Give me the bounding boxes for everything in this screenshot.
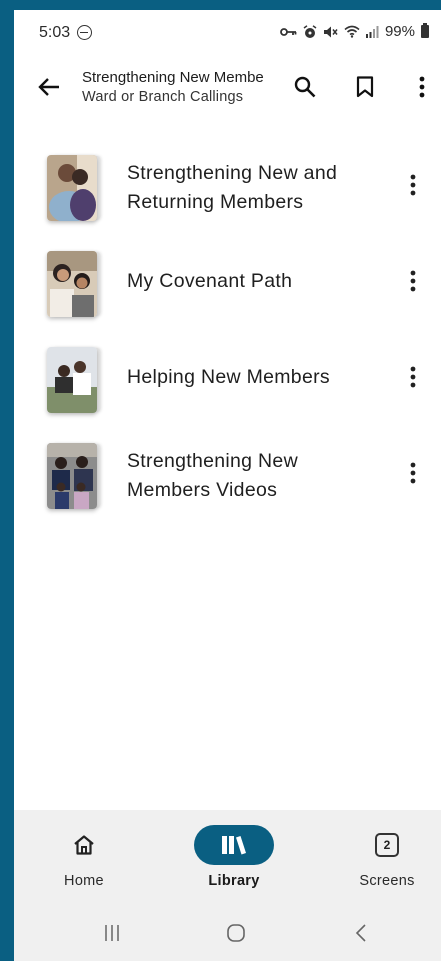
mute-icon xyxy=(323,26,338,37)
system-navigation-bar xyxy=(14,909,441,961)
more-vert-icon xyxy=(410,270,416,292)
status-icons: 99% xyxy=(280,23,429,40)
list-item[interactable]: Strengthening New Members Videos xyxy=(14,428,441,524)
item-menu-button[interactable] xyxy=(402,266,424,296)
page-subtitle: Ward or Branch Callings xyxy=(82,89,244,105)
nav-screens-label: Screens xyxy=(359,873,415,889)
bookmark-button[interactable] xyxy=(350,72,380,102)
battery-icon xyxy=(421,23,429,38)
item-title: Strengthening New Members Videos xyxy=(127,450,298,501)
item-title: My Covenant Path xyxy=(127,270,293,292)
more-vert-icon xyxy=(410,174,416,196)
nav-home-label: Home xyxy=(64,873,104,889)
home-icon xyxy=(74,835,94,855)
vpn-key-icon xyxy=(280,27,297,36)
item-title: Helping New Members xyxy=(127,366,330,388)
more-vert-icon xyxy=(410,366,416,388)
status-bar: 5:03 99% xyxy=(14,10,441,54)
nav-home[interactable]: Home xyxy=(44,810,124,909)
page-title: Strengthening New Membe xyxy=(82,69,264,86)
home-system-button[interactable] xyxy=(226,923,246,948)
bookmark-icon xyxy=(356,76,374,98)
more-vert-icon xyxy=(410,462,416,484)
nav-library-label: Library xyxy=(208,873,260,889)
app-bar-titles: Strengthening New Membe Ward or Branch C… xyxy=(82,69,282,105)
back-system-button[interactable] xyxy=(352,923,372,948)
do-not-disturb-icon xyxy=(77,25,92,40)
more-vert-icon xyxy=(419,76,425,98)
recent-apps-icon xyxy=(105,925,119,941)
item-title: Strengthening New and Returning Members xyxy=(127,162,338,213)
window-top-border xyxy=(0,0,441,10)
item-thumbnail xyxy=(47,155,97,221)
back-button[interactable] xyxy=(34,72,64,102)
item-menu-button[interactable] xyxy=(402,362,424,392)
list-item[interactable]: Helping New Members xyxy=(14,332,441,428)
nav-library[interactable]: Library xyxy=(184,810,284,909)
search-icon xyxy=(294,76,316,98)
arrow-left-icon xyxy=(38,78,59,96)
chevron-left-icon xyxy=(355,924,366,942)
content-list: Strengthening New and Returning Members xyxy=(14,140,441,524)
list-item[interactable]: My Covenant Path xyxy=(14,236,441,332)
search-button[interactable] xyxy=(290,72,320,102)
nav-screens[interactable]: 2 Screens xyxy=(347,810,427,909)
overflow-menu-button[interactable] xyxy=(407,72,437,102)
phone-screen: 5:03 99% Strengthening New Membe Ward or… xyxy=(14,0,441,961)
list-item[interactable]: Strengthening New and Returning Members xyxy=(14,140,441,236)
battery-percent: 99% xyxy=(384,23,415,40)
item-menu-button[interactable] xyxy=(402,170,424,200)
recent-apps-button[interactable] xyxy=(102,923,122,948)
wifi-icon xyxy=(344,25,360,38)
item-thumbnail xyxy=(47,251,97,317)
signal-icon xyxy=(365,25,379,38)
item-thumbnail xyxy=(47,347,97,413)
alarm-icon xyxy=(303,24,317,38)
home-circle-icon xyxy=(227,924,245,942)
app-bar: Strengthening New Membe Ward or Branch C… xyxy=(14,54,441,126)
screens-count-icon: 2 xyxy=(375,833,399,857)
active-indicator xyxy=(194,825,274,865)
bottom-navigation: Home Library 2 Screens xyxy=(14,810,441,909)
library-books-icon xyxy=(222,836,246,855)
item-menu-button[interactable] xyxy=(402,458,424,488)
item-thumbnail xyxy=(47,443,97,509)
status-time: 5:03 xyxy=(39,24,71,41)
